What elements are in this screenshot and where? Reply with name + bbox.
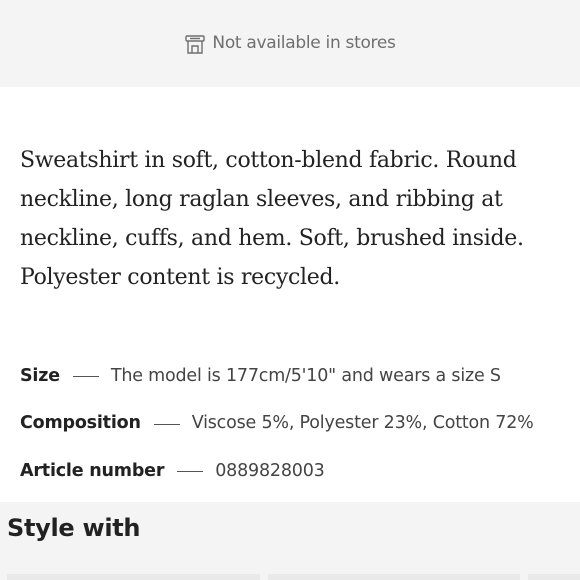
detail-row-article-number: Article number 0889828003 xyxy=(20,447,580,495)
detail-value: The model is 177cm/5'10" and wears a siz… xyxy=(110,365,501,386)
product-description: Sweatshirt in soft, cotton-blend fabric.… xyxy=(20,148,524,290)
style-with-product-card[interactable] xyxy=(528,574,580,580)
store-availability-bar: Not available in stores xyxy=(0,0,580,87)
detail-row-size: Size The model is 177cm/5'10" and wears … xyxy=(20,352,580,400)
product-details-page: Not available in stores Sweatshirt in so… xyxy=(0,0,580,580)
detail-label: Size xyxy=(20,365,60,386)
detail-label: Article number xyxy=(20,460,165,481)
detail-value: 0889828003 xyxy=(215,460,325,481)
detail-label: Composition xyxy=(20,413,141,434)
style-with-section: Style with xyxy=(0,502,580,580)
store-icon xyxy=(184,33,206,55)
detail-separator xyxy=(153,423,180,425)
store-availability-text: Not available in stores xyxy=(212,32,396,53)
product-details-list: Size The model is 177cm/5'10" and wears … xyxy=(20,352,580,495)
style-with-product-card[interactable] xyxy=(268,574,520,580)
style-with-title: Style with xyxy=(7,514,141,542)
detail-row-composition: Composition Viscose 5%, Polyester 23%, C… xyxy=(20,400,580,448)
detail-separator xyxy=(72,376,99,378)
detail-separator xyxy=(177,471,204,473)
detail-value: Viscose 5%, Polyester 23%, Cotton 72% xyxy=(191,413,534,434)
style-with-product-card[interactable] xyxy=(7,574,260,580)
